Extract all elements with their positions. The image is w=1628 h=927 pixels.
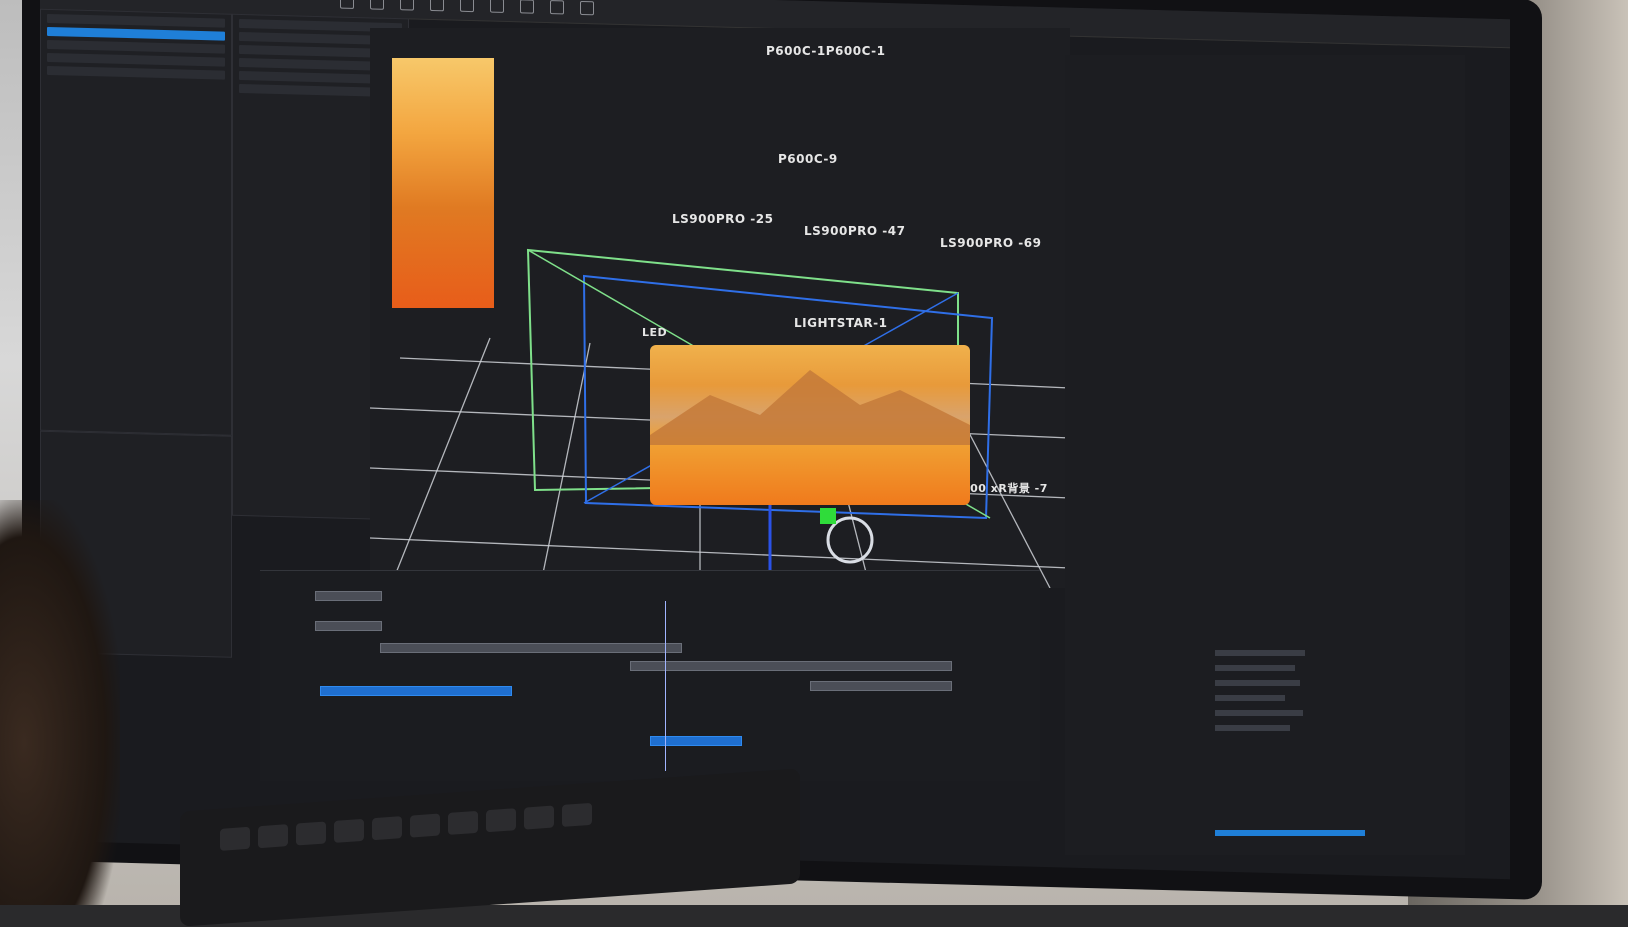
toolbar-icon[interactable]	[580, 0, 594, 16]
timeline-clip-active[interactable]	[320, 686, 512, 696]
timeline-panel[interactable]	[260, 570, 1040, 781]
timeline-clip-active[interactable]	[650, 736, 742, 746]
tree-item[interactable]	[1215, 695, 1285, 701]
toolbar-icon[interactable]	[370, 0, 384, 10]
label-p600c-1: P600C-1P600C-1	[766, 44, 886, 58]
tree-item[interactable]	[1215, 650, 1305, 656]
toolbar-icon[interactable]	[520, 0, 534, 14]
label-ls900pro-25: LS900PRO -25	[672, 212, 774, 226]
side-image-panel	[392, 58, 494, 308]
person-silhouette	[0, 500, 120, 905]
toolbar-icon[interactable]	[340, 0, 354, 9]
led-screen-preview	[650, 345, 970, 505]
tree-item[interactable]	[1215, 725, 1290, 731]
tree-item[interactable]	[1215, 710, 1303, 716]
timeline-playhead[interactable]	[665, 601, 666, 771]
toolbar-icon[interactable]	[490, 0, 504, 13]
right-stats-panel	[1065, 55, 1465, 855]
tree-item[interactable]	[1215, 680, 1300, 686]
tree-item-selected[interactable]	[1215, 830, 1365, 836]
timeline-clip[interactable]	[315, 621, 382, 631]
label-lightstar-1: LIGHTSTAR-1	[794, 316, 888, 330]
timeline-clip[interactable]	[315, 591, 382, 601]
selected-asset-row[interactable]	[47, 26, 225, 41]
toolbar-icon[interactable]	[400, 0, 414, 11]
tree-item[interactable]	[1215, 665, 1295, 671]
label-ls900pro-69: LS900PRO -69	[940, 236, 1042, 250]
label-ls900pro-47: LS900PRO -47	[804, 224, 906, 238]
timeline-clip[interactable]	[630, 661, 952, 671]
toolbar-icon[interactable]	[550, 0, 564, 15]
label-led: LED	[642, 326, 668, 339]
label-p600c-9: P600C-9	[778, 152, 838, 166]
toolbar-icon[interactable]	[430, 0, 444, 12]
asset-panel	[40, 8, 232, 436]
mountain-art	[650, 370, 970, 445]
timeline-clip[interactable]	[810, 681, 952, 691]
timeline-clip[interactable]	[380, 643, 682, 653]
toolbar-icon[interactable]	[460, 0, 474, 13]
